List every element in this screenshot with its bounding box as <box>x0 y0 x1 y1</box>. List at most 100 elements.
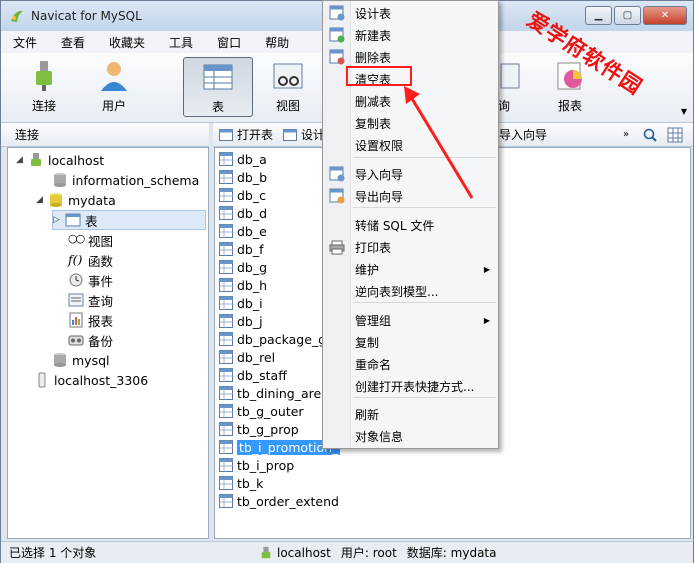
menu-view[interactable]: 查看 <box>49 34 97 51</box>
table-icon <box>219 314 233 328</box>
import-wizard-button[interactable]: 导入向导 <box>499 126 547 143</box>
table-row[interactable]: db_f <box>219 240 264 258</box>
table-row[interactable]: db_j <box>219 312 263 330</box>
menu-item-object-info[interactable]: 对象信息 <box>323 425 498 447</box>
tree-item-functions[interactable]: f() 函数 <box>68 250 113 270</box>
table-row[interactable]: db_a <box>219 150 267 168</box>
maximize-button[interactable]: ▢ <box>614 6 641 25</box>
table-icon <box>219 368 233 382</box>
menu-item-label: 打印表 <box>355 240 392 255</box>
collapse-icon[interactable]: ◢ <box>16 155 28 165</box>
table-row[interactable]: db_b <box>219 168 267 186</box>
table-icon <box>219 350 233 364</box>
delete-table-icon <box>329 49 345 65</box>
view-icon: ○○ <box>68 232 85 245</box>
export-wizard-icon <box>329 188 345 204</box>
status-user: 用户: root <box>340 546 397 560</box>
tree-item-mysql[interactable]: mysql <box>52 350 110 370</box>
menu-item-design-table[interactable]: 设计表 <box>323 2 498 24</box>
menu-help[interactable]: 帮助 <box>253 34 301 51</box>
table-name: db_i <box>237 295 263 311</box>
table-icon <box>65 213 81 227</box>
event-icon <box>69 273 83 287</box>
table-row[interactable]: db_c <box>219 186 266 204</box>
menu-item-refresh[interactable]: 刷新 <box>323 403 498 425</box>
table-row[interactable]: db_rel <box>219 348 275 366</box>
menu-item-maintain[interactable]: 维护 ▶ <box>323 258 498 280</box>
table-row[interactable]: tb_g_prop <box>219 420 299 438</box>
table-row[interactable]: db_staff <box>219 366 287 384</box>
tree-item-information-schema[interactable]: information_schema <box>52 170 199 190</box>
tree-item-queries[interactable]: 查询 <box>68 290 113 310</box>
import-wizard-icon <box>329 166 345 182</box>
submenu-arrow-icon: ▶ <box>483 264 490 274</box>
menu-tools[interactable]: 工具 <box>157 34 205 51</box>
table-name: tb_i_prop <box>237 457 295 473</box>
status-host: localhost <box>277 545 331 560</box>
table-row[interactable]: tb_i_prop <box>219 456 294 474</box>
search-icon[interactable] <box>643 128 657 142</box>
table-row[interactable]: db_d <box>219 204 267 222</box>
menu-item-label: 对象信息 <box>355 429 404 444</box>
tree-item-views[interactable]: ○○ 视图 <box>68 230 113 250</box>
menu-item-label: 复制表 <box>355 116 392 131</box>
tree-item-events[interactable]: 事件 <box>68 270 113 290</box>
table-row[interactable]: tb_k <box>219 474 263 492</box>
table-row[interactable]: tb_order_extend <box>219 492 339 510</box>
table-row[interactable]: db_h <box>219 276 267 294</box>
tree-item-reports[interactable]: 报表 <box>68 310 113 330</box>
toolbar-user-button[interactable]: 用户 <box>79 57 149 117</box>
open-table-button[interactable]: 打开表 <box>219 126 273 143</box>
table-row[interactable]: tb_g_outer <box>219 402 304 420</box>
menu-window[interactable]: 窗口 <box>205 34 253 51</box>
menu-item-label: 新建表 <box>355 28 392 43</box>
menu-item-create-shortcut[interactable]: 创建打开表快捷方式... <box>323 375 498 397</box>
menu-favorites[interactable]: 收藏夹 <box>97 34 157 51</box>
printer-icon <box>329 240 345 255</box>
connection-panel-title: 连接 <box>15 128 40 142</box>
toolbar-table-button[interactable]: 表 <box>183 57 253 117</box>
menu-separator <box>353 302 496 303</box>
toolbar-label: 连接 <box>31 99 56 113</box>
toolbar-overflow-icon[interactable]: ▼ <box>681 107 687 116</box>
close-button[interactable]: ✕ <box>643 6 687 25</box>
tree-item-localhost-3306[interactable]: localhost_3306 <box>34 370 148 390</box>
menu-item-manage-group[interactable]: 管理组 ▶ <box>323 309 498 331</box>
menu-item-reverse-to-model[interactable]: 逆向表到模型... <box>323 280 498 302</box>
menu-item-print-table[interactable]: 打印表 <box>323 236 498 258</box>
table-row[interactable]: db_e <box>219 222 267 240</box>
connection-icon <box>31 153 41 166</box>
collapse-icon[interactable]: ◢ <box>36 195 48 205</box>
expand-icon[interactable]: ▷ <box>53 215 65 225</box>
query-icon <box>68 293 84 307</box>
table-name: db_e <box>237 223 267 239</box>
tree-item-backups[interactable]: 备份 <box>68 330 113 350</box>
tree-item-tables[interactable]: ▷ 表 <box>52 210 206 230</box>
menu-item-label: 创建打开表快捷方式... <box>355 379 475 394</box>
menu-item-label: 复制 <box>355 335 380 350</box>
table-name: db_h <box>237 277 268 293</box>
menu-item-copy[interactable]: 复制 <box>323 331 498 353</box>
table-icon <box>219 476 233 490</box>
database-icon <box>50 193 62 207</box>
menu-file[interactable]: 文件 <box>1 34 49 51</box>
table-row[interactable]: db_g <box>219 258 267 276</box>
minimize-button[interactable]: ▁ <box>585 6 612 25</box>
menu-item-dump-sql-file[interactable]: 转储 SQL 文件 <box>323 214 498 236</box>
menu-item-rename[interactable]: 重命名 <box>323 353 498 375</box>
grid-view-icon[interactable] <box>667 127 683 143</box>
table-icon <box>219 440 233 454</box>
connection-panel-header: 连接 <box>1 123 209 147</box>
table-row[interactable]: db_i <box>219 294 263 312</box>
table-row[interactable]: tb_dining_area <box>219 384 329 402</box>
menu-item-new-table[interactable]: 新建表 <box>323 24 498 46</box>
view-icon <box>273 63 303 89</box>
connection-tree[interactable]: ◢ localhost information_schema ◢ mydata … <box>7 147 209 539</box>
menu-item-delete-table[interactable]: 删除表 <box>323 46 498 68</box>
toolbar-connect-button[interactable]: 连接 <box>9 57 79 117</box>
tree-item-mydata[interactable]: ◢ mydata <box>36 190 116 210</box>
toolbar-view-button[interactable]: 视图 <box>253 57 323 117</box>
tree-item-localhost[interactable]: ◢ localhost <box>16 150 104 170</box>
table-name: db_a <box>237 151 267 167</box>
table-row[interactable]: db_package_gc <box>219 330 333 348</box>
